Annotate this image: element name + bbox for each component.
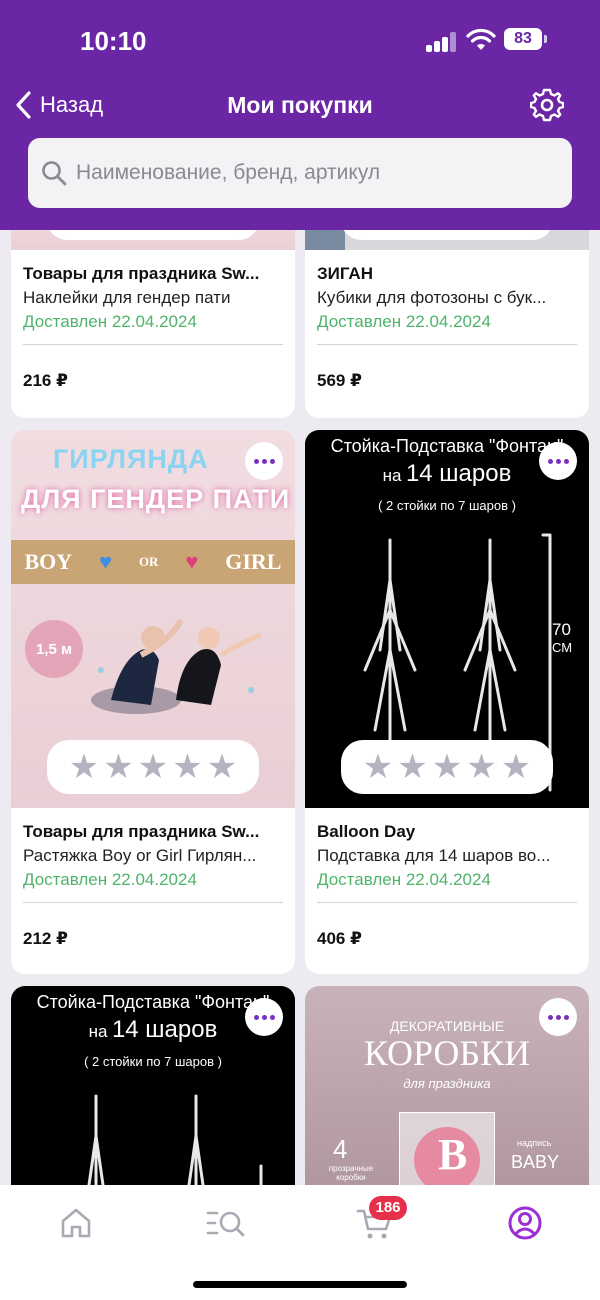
star-icon[interactable]: ★ xyxy=(397,750,427,784)
star-icon[interactable]: ★ xyxy=(432,750,462,784)
product-brand: Balloon Day xyxy=(317,822,416,841)
image-caption: ДЛЯ ГЕНДЕР ПАТИ xyxy=(21,484,291,514)
product-card[interactable]: ГИРЛЯНДА ДЛЯ ГЕНДЕР ПАТИ BOY ♥ OR ♥ GIRL… xyxy=(11,430,295,974)
more-options-button[interactable] xyxy=(245,442,283,480)
star-icon[interactable]: ★ xyxy=(466,750,496,784)
divider xyxy=(23,902,283,903)
divider xyxy=(317,344,577,345)
image-caption-prefix: на xyxy=(382,466,402,485)
product-name: Кубики для фотозоны с бук... xyxy=(317,288,547,307)
height-value: 70 xyxy=(552,620,571,639)
balloon-stand-drawing xyxy=(87,1094,263,1185)
gift-box: B xyxy=(399,1112,495,1185)
product-brand: Товары для праздника Sw... xyxy=(23,822,260,841)
product-price: 406 ₽ xyxy=(317,929,362,948)
product-price: 216 ₽ xyxy=(23,371,68,390)
image-caption: для праздника xyxy=(403,1076,491,1091)
star-icon[interactable]: ★ xyxy=(69,750,99,784)
box-count-caption: прозрачные коробки xyxy=(328,1164,374,1182)
header: 10:10 83 Назад Мои покупки xyxy=(0,0,600,230)
product-card[interactable]: ДЕКОРАТИВНЫЕ КОРОБКИ для праздника 4 про… xyxy=(305,986,589,1185)
product-image[interactable] xyxy=(305,230,589,250)
home-icon[interactable] xyxy=(56,1203,96,1243)
rating-stars[interactable]: ★ ★ ★ ★ ★ xyxy=(47,740,259,794)
divider xyxy=(317,902,577,903)
product-brand: Товары для праздника Sw... xyxy=(23,264,260,283)
profile-icon[interactable] xyxy=(505,1203,545,1243)
height-unit: СМ xyxy=(552,640,573,655)
image-caption: КОРОБКИ xyxy=(363,1033,531,1073)
back-label: Назад xyxy=(40,92,104,117)
home-indicator xyxy=(193,1281,407,1288)
star-icon[interactable]: ★ xyxy=(207,750,237,784)
photo-detail xyxy=(305,230,345,250)
heart-icon: ♥ xyxy=(185,549,199,574)
back-button[interactable]: Назад xyxy=(14,90,103,120)
image-caption-prefix: на xyxy=(88,1022,108,1041)
rating-widget xyxy=(47,230,259,240)
heart-icon: ♥ xyxy=(99,549,113,574)
banner-text: BOY xyxy=(24,549,73,574)
chevron-left-icon xyxy=(16,91,31,119)
product-price: 212 ₽ xyxy=(23,929,68,948)
delivery-status: Доставлен 22.04.2024 xyxy=(23,870,197,889)
status-time: 10:10 xyxy=(80,26,147,56)
image-caption: ( 2 стойки по 7 шаров ) xyxy=(84,1054,222,1069)
star-icon[interactable]: ★ xyxy=(138,750,168,784)
product-image[interactable]: Стойка-Подставка "Фонтан" на 14 шаров ( … xyxy=(11,986,295,1185)
more-options-button[interactable] xyxy=(539,442,577,480)
delivery-status: Доставлен 22.04.2024 xyxy=(317,870,491,889)
word-caption: надпись xyxy=(517,1138,552,1148)
cellular-signal-icon xyxy=(426,32,456,52)
box-letter: B xyxy=(438,1130,468,1179)
search-field[interactable] xyxy=(28,138,572,208)
purchases-grid: Товары для праздника Sw... Наклейки для … xyxy=(0,230,600,1185)
product-image[interactable]: Стойка-Подставка "Фонтан" на 14 шаров ( … xyxy=(305,430,589,808)
banner-text: OR xyxy=(138,554,159,569)
image-caption-main: 14 шаров xyxy=(405,460,512,487)
image-caption: ( 2 стойки по 7 шаров ) xyxy=(378,498,516,513)
rating-stars[interactable]: ★ ★ ★ ★ ★ xyxy=(341,740,553,794)
product-price: 569 ₽ xyxy=(317,371,362,390)
status-bar: 10:10 83 xyxy=(0,0,600,80)
star-icon[interactable]: ★ xyxy=(103,750,133,784)
wifi-icon xyxy=(466,28,496,50)
product-name: Наклейки для гендер пати xyxy=(23,288,231,307)
banner-text: GIRL xyxy=(225,549,282,574)
search-input[interactable] xyxy=(76,161,556,185)
garland-banner: BOY ♥ OR ♥ GIRL xyxy=(11,540,295,584)
image-caption: ГИРЛЯНДА xyxy=(53,444,209,474)
battery-indicator: 83 xyxy=(504,28,542,50)
star-icon[interactable]: ★ xyxy=(172,750,202,784)
product-image[interactable]: ДЕКОРАТИВНЫЕ КОРОБКИ для праздника 4 про… xyxy=(305,986,589,1185)
size-badge: 1,5 м xyxy=(25,620,83,678)
product-card[interactable]: ЗИГАН Кубики для фотозоны с бук... Доста… xyxy=(305,230,589,418)
product-image[interactable]: ГИРЛЯНДА ДЛЯ ГЕНДЕР ПАТИ BOY ♥ OR ♥ GIRL… xyxy=(11,430,295,808)
catalog-search-icon[interactable] xyxy=(205,1203,247,1243)
product-name: Подставка для 14 шаров во... xyxy=(317,846,551,865)
rating-widget xyxy=(341,230,553,240)
box-word: BABY xyxy=(511,1152,560,1172)
product-image[interactable] xyxy=(11,230,295,250)
product-brand: ЗИГАН xyxy=(317,264,373,283)
product-card[interactable]: Стойка-Подставка "Фонтан" на 14 шаров ( … xyxy=(11,986,295,1185)
product-card[interactable]: Товары для праздника Sw... Наклейки для … xyxy=(11,230,295,418)
star-icon[interactable]: ★ xyxy=(363,750,393,784)
image-caption-main: 14 шаров xyxy=(111,1016,218,1043)
cart-count-badge: 186 xyxy=(369,1196,407,1220)
product-name: Растяжка Boy or Girl Гирлян... xyxy=(23,846,257,865)
gear-icon[interactable] xyxy=(530,88,564,122)
more-options-button[interactable] xyxy=(245,998,283,1036)
navigation-bar: Назад Мои покупки xyxy=(0,80,600,132)
divider xyxy=(23,344,283,345)
box-count: 4 xyxy=(333,1134,348,1164)
delivery-status: Доставлен 22.04.2024 xyxy=(317,312,491,331)
star-icon[interactable]: ★ xyxy=(501,750,531,784)
battery-tip xyxy=(544,35,547,43)
search-icon xyxy=(42,161,67,186)
delivery-status: Доставлен 22.04.2024 xyxy=(23,312,197,331)
couple-photo xyxy=(91,618,262,714)
product-card[interactable]: Стойка-Подставка "Фонтан" на 14 шаров ( … xyxy=(305,430,589,974)
more-options-button[interactable] xyxy=(539,998,577,1036)
